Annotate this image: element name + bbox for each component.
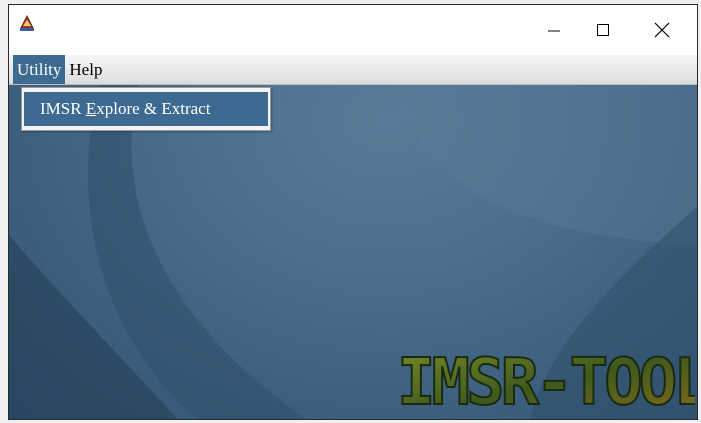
minimize-button[interactable] — [531, 5, 577, 55]
desktop-background: IMSR-TOOL — [9, 85, 697, 419]
minimize-icon — [547, 23, 561, 37]
menu-item-suffix: xplore & Extract — [96, 99, 211, 118]
close-icon — [654, 22, 670, 38]
menu-help[interactable]: Help — [65, 55, 106, 84]
menu-item-prefix: IMSR — [40, 99, 86, 118]
utility-dropdown: IMSR Explore & Extract — [21, 87, 271, 131]
menu-utility[interactable]: Utility — [13, 55, 66, 84]
title-bar[interactable] — [9, 5, 697, 55]
menu-item-imsr-explore-extract[interactable]: IMSR Explore & Extract — [24, 92, 268, 126]
menu-bar: Utility Help — [9, 55, 697, 85]
java-cup-icon[interactable] — [18, 14, 36, 32]
logo-text: IMSR-TOOL — [397, 346, 695, 414]
maximize-button[interactable] — [580, 5, 626, 55]
close-button[interactable] — [639, 5, 685, 55]
maximize-icon — [596, 23, 610, 37]
menu-item-mnemonic: E — [85, 99, 97, 118]
app-window: Utility Help IMSR-TOOL IMSR Explore & Ex… — [8, 4, 698, 420]
imsr-tool-logo: IMSR-TOOL — [395, 344, 697, 419]
